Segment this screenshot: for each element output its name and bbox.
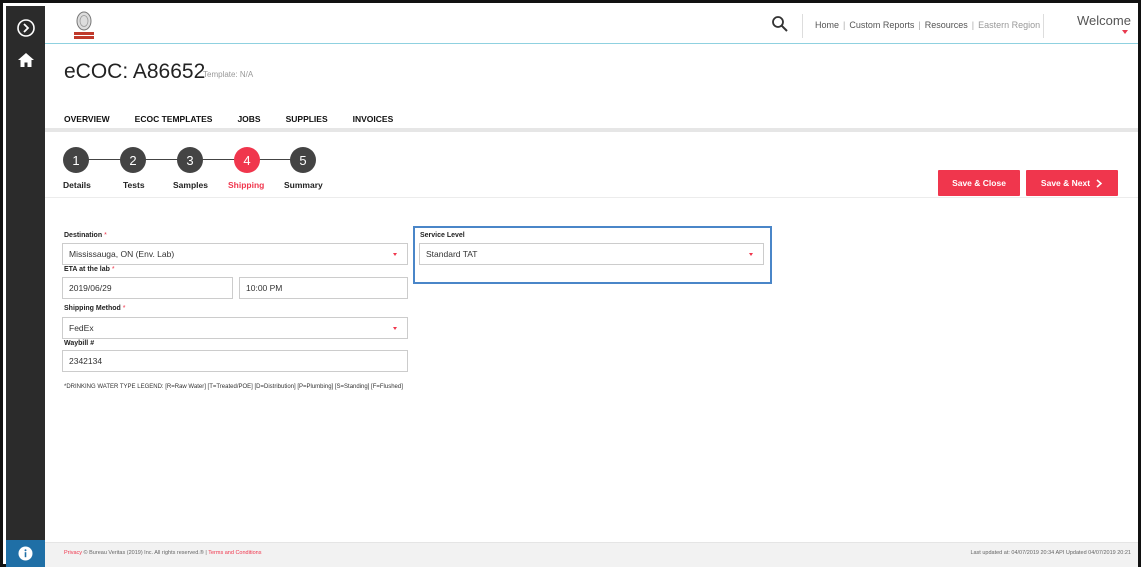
service-level-value: Standard TAT [426,249,478,259]
step-1-circle[interactable]: 1 [63,147,89,173]
copyright-text: © Bureau Veritas (2019) Inc. All rights … [82,550,209,556]
bureau-veritas-logo [74,11,94,39]
home-button[interactable] [6,42,45,78]
privacy-link[interactable]: Privacy [64,550,82,556]
step-1-label: Details [63,180,91,190]
step-2-circle[interactable]: 2 [120,147,146,173]
main-tabs: OVERVIEW ECOC TEMPLATES JOBS SUPPLIES INVOIC… [64,114,418,124]
tab-supplies[interactable]: SUPPLIES [286,114,328,124]
expand-menu-button[interactable] [6,10,45,46]
eta-time-value: 10:00 PM [246,283,283,293]
step-5-circle[interactable]: 5 [290,147,316,173]
destination-label: Destination * [64,232,107,239]
tab-overview[interactable]: OVERVIEW [64,114,110,124]
chevron-circle-right-icon [16,19,35,37]
step-4-circle[interactable]: 4 [234,147,260,173]
nav-custom-reports-link[interactable]: Custom Reports [849,20,914,30]
eta-time-input[interactable]: 10:00 PM [239,277,408,299]
save-next-button[interactable]: Save & Next [1026,170,1118,196]
last-updated-text: Last updated at: 04/07/2019 20:34 API Up… [970,550,1131,556]
caret-down-icon [393,327,397,330]
save-next-label: Save & Next [1040,178,1091,188]
caret-down-icon [749,253,753,256]
caret-down-icon[interactable] [1122,30,1128,34]
service-level-label: Service Level [420,232,465,239]
step-2-label: Tests [123,180,145,190]
app-window: Home | Custom Reports | Resources | Eastern Re… [0,0,1141,567]
destination-select[interactable]: Mississauga, ON (Env. Lab) [62,243,408,265]
save-close-label: Save & Close [952,178,1006,188]
destination-value: Mississauga, ON (Env. Lab) [69,249,175,259]
waybill-input[interactable]: 2342134 [62,350,408,372]
header-divider [802,14,803,38]
eta-date-input[interactable]: 2019/06/29 [62,277,233,299]
shipping-method-value: FedEx [69,323,94,333]
waybill-value: 2342134 [69,356,103,366]
section-divider [45,197,1138,198]
info-button[interactable] [6,540,45,567]
step-4-label: Shipping [228,180,265,190]
left-rail [6,6,45,567]
template-label: Template: N/A [203,70,254,79]
progress-stepper: 1 2 3 4 5 Details Tests Samples Shipping… [63,147,323,195]
top-header: Home | Custom Reports | Resources | Eastern Re… [45,6,1138,44]
shipping-method-select[interactable]: FedEx [62,317,408,339]
welcome-menu[interactable]: Welcome [1077,13,1131,28]
save-close-button[interactable]: Save & Close [938,170,1020,196]
tab-invoices[interactable]: INVOICES [353,114,394,124]
eta-date-value: 2019/06/29 [69,283,112,293]
terms-link[interactable]: Terms and Conditions [208,550,261,556]
info-icon [18,546,33,561]
caret-down-icon [393,253,397,256]
nav-region-link[interactable]: Eastern Region [978,20,1040,30]
nav-home-link[interactable]: Home [815,20,839,30]
tab-ecoc-templates[interactable]: ECOC TEMPLATES [135,114,213,124]
top-nav: Home | Custom Reports | Resources | Eastern Re… [815,20,1041,30]
footer-copyright: Privacy © Bureau Veritas (2019) Inc. All… [64,550,261,556]
water-type-legend: *DRINKING WATER TYPE LEGEND: [R=Raw Wate… [64,384,403,390]
step-3-circle[interactable]: 3 [177,147,203,173]
eta-label: ETA at the lab * [64,266,115,273]
service-level-select[interactable]: Standard TAT [419,243,764,265]
nav-resources-link[interactable]: Resources [925,20,968,30]
header-divider [1043,14,1044,38]
footer: Privacy © Bureau Veritas (2019) Inc. All… [45,542,1138,567]
step-3-label: Samples [173,180,208,190]
chevron-right-icon [1096,178,1103,188]
search-icon[interactable] [771,15,789,33]
home-icon [17,53,34,67]
shipping-method-label: Shipping Method * [64,305,126,312]
step-5-label: Summary [284,180,323,190]
waybill-label: Waybill # [64,340,95,347]
tabs-divider [45,128,1138,132]
tab-jobs[interactable]: JOBS [237,114,260,124]
page-title: eCOC: A86652 [64,60,206,83]
